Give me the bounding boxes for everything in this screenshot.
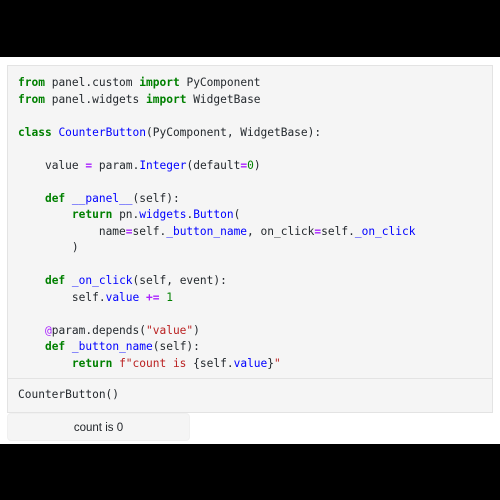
letterbox-top-bar (0, 0, 500, 57)
code-block: from panel.custom import PyComponent fro… (18, 76, 416, 370)
code-cell[interactable]: from panel.custom import PyComponent fro… (7, 65, 493, 381)
screen: from panel.custom import PyComponent fro… (0, 0, 500, 500)
notebook-page: from panel.custom import PyComponent fro… (0, 57, 500, 444)
output-cell-text: CounterButton() (18, 388, 120, 401)
widget-output-area: count is 0 (7, 413, 493, 443)
counter-button[interactable]: count is 0 (7, 413, 190, 441)
letterbox-bottom-bar (0, 444, 500, 500)
output-cell[interactable]: CounterButton() (7, 378, 493, 413)
